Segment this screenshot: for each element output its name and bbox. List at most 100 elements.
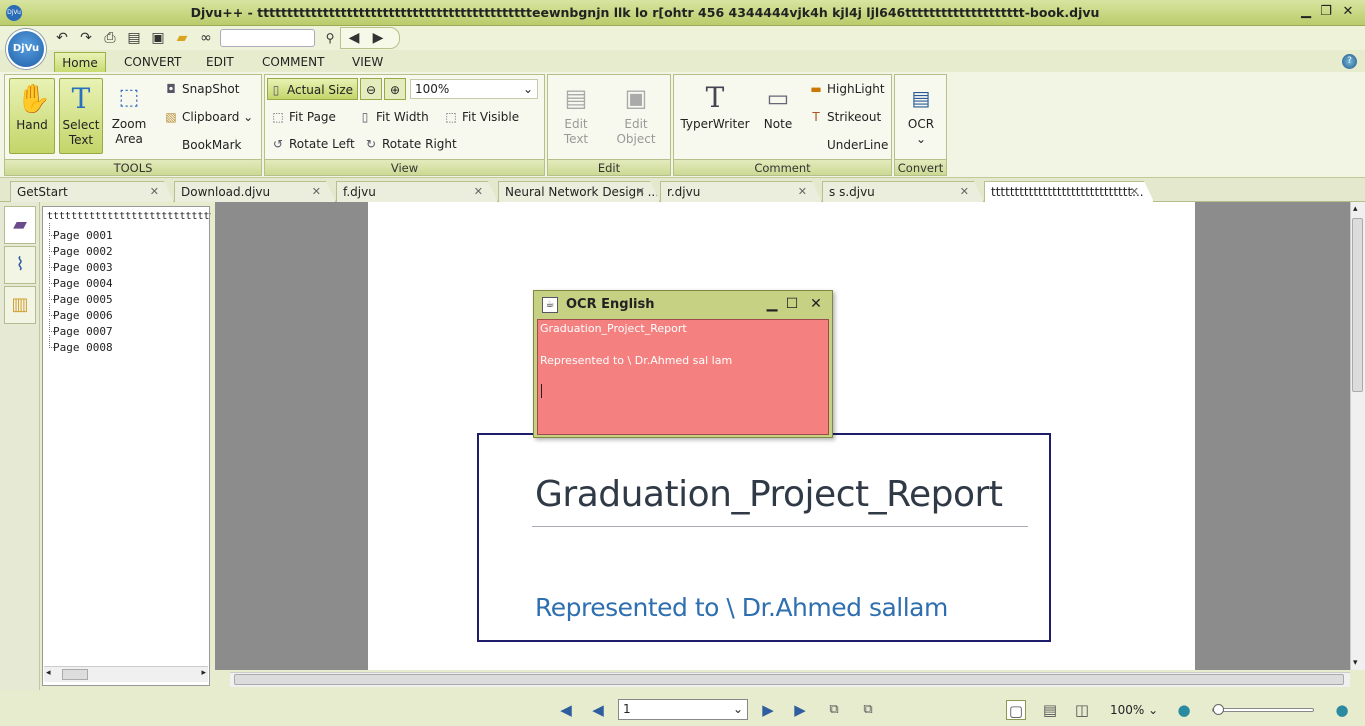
- close-icon[interactable]: ✕: [312, 182, 321, 202]
- snapshot-button[interactable]: ◘ SnapShot: [163, 78, 239, 100]
- first-page-icon[interactable]: ◀: [556, 700, 576, 720]
- actual-size-button[interactable]: ▯ Actual Size: [267, 78, 359, 100]
- forward-arrow-icon[interactable]: ▶: [368, 28, 388, 48]
- zoom-area-button[interactable]: ⬚ Zoom Area: [107, 78, 151, 154]
- search-icon[interactable]: ⚲: [320, 28, 340, 48]
- tree-page-item[interactable]: Page 0004: [49, 271, 113, 290]
- doc-tab[interactable]: r.djvu ✕: [660, 181, 822, 202]
- tab-convert[interactable]: CONVERT: [118, 52, 187, 72]
- zoom-level[interactable]: 100% ⌄: [1110, 703, 1158, 717]
- zoom-in-button[interactable]: ⊕: [384, 78, 406, 100]
- tree-page-item[interactable]: Page 0005: [49, 287, 113, 306]
- zoom-slider[interactable]: [1212, 708, 1314, 712]
- doc-tab[interactable]: f.djvu ✕: [336, 181, 498, 202]
- ocr-text-area[interactable]: Graduation_Project_Report Represented to…: [537, 319, 829, 435]
- zoom-out-button[interactable]: ⊖: [360, 78, 382, 100]
- close-icon[interactable]: ✕: [150, 182, 159, 202]
- tab-comment[interactable]: COMMENT: [256, 52, 330, 72]
- text-caret: [541, 384, 542, 398]
- undo-icon[interactable]: ↶: [52, 28, 72, 48]
- ocr-button[interactable]: ▤ OCR ⌄: [898, 78, 944, 154]
- tree-root[interactable]: tttttttttttttttttttttttttttttttttttttttt…: [47, 211, 211, 222]
- bookmark-button[interactable]: BookMark: [163, 134, 241, 156]
- zoom-slider-knob[interactable]: [1213, 704, 1224, 715]
- prev-view-icon[interactable]: ⧉: [824, 700, 844, 720]
- tab-home[interactable]: Home: [54, 52, 106, 72]
- single-page-icon[interactable]: ▢: [1006, 700, 1026, 720]
- tree-page-item[interactable]: Page 0001: [49, 223, 113, 242]
- doc-tab[interactable]: s s.djvu ✕: [822, 181, 984, 202]
- save-icon[interactable]: ▣: [148, 28, 168, 48]
- page-select[interactable]: 1 ⌄: [618, 699, 748, 720]
- close-icon[interactable]: ✕: [808, 295, 824, 313]
- scroll-up-icon[interactable]: ▴: [1353, 204, 1358, 214]
- close-icon[interactable]: ✕: [798, 182, 807, 202]
- help-icon[interactable]: ?: [1342, 54, 1357, 69]
- fit-visible-button[interactable]: ⬚ Fit Visible: [443, 106, 519, 128]
- zoom-in-globe-icon[interactable]: ●: [1332, 700, 1352, 720]
- clipboard-button[interactable]: ▧ Clipboard ⌄: [163, 106, 253, 128]
- pages-panel-icon[interactable]: ▰: [4, 206, 36, 244]
- last-page-icon[interactable]: ▶: [790, 700, 810, 720]
- underline-button[interactable]: UnderLine: [808, 134, 888, 156]
- scroll-thumb[interactable]: [62, 669, 88, 680]
- minimize-icon[interactable]: ▁: [764, 295, 780, 313]
- close-icon[interactable]: ✕: [1130, 182, 1139, 202]
- fit-width-button[interactable]: ▯ Fit Width: [357, 106, 429, 128]
- edit-text-button[interactable]: ▤ Edit Text: [552, 78, 600, 154]
- back-arrow-icon[interactable]: ◀: [344, 28, 364, 48]
- edit-object-button[interactable]: ▣ Edit Object: [606, 78, 666, 154]
- rotate-left-button[interactable]: ↺ Rotate Left: [270, 133, 355, 155]
- tree-page-item[interactable]: Page 0003: [49, 255, 113, 274]
- attachment-icon[interactable]: ⌇: [4, 246, 36, 284]
- app-logo-button[interactable]: DjVu: [6, 29, 46, 69]
- note-button[interactable]: ▭ Note: [756, 78, 800, 154]
- scroll-right-icon[interactable]: ▸: [201, 668, 206, 678]
- fit-page-button[interactable]: ⬚ Fit Page: [270, 106, 336, 128]
- print-icon[interactable]: ⎙: [100, 28, 120, 48]
- continuous-page-icon[interactable]: ▤: [1040, 700, 1060, 720]
- bookmarks-panel-icon[interactable]: ▥: [4, 286, 36, 324]
- vertical-scroll-thumb[interactable]: [1352, 218, 1363, 392]
- doc-tab-active[interactable]: tttttttttttttttttttttttttttttt... ✕: [984, 181, 1154, 202]
- scroll-left-icon[interactable]: ◂: [46, 668, 51, 678]
- tab-view[interactable]: VIEW: [346, 52, 389, 72]
- close-icon[interactable]: ✕: [960, 182, 969, 202]
- tree-horizontal-scrollbar[interactable]: ◂ ▸: [44, 666, 208, 682]
- restore-button[interactable]: ❐: [1318, 4, 1334, 20]
- binoculars-icon[interactable]: ∞: [196, 28, 216, 48]
- next-view-icon[interactable]: ⧉: [858, 700, 878, 720]
- close-icon[interactable]: ✕: [474, 182, 483, 202]
- tab-edit[interactable]: EDIT: [200, 52, 240, 72]
- zoom-out-globe-icon[interactable]: ●: [1174, 700, 1194, 720]
- tree-page-item[interactable]: Page 0007: [49, 319, 113, 338]
- horizontal-scroll-thumb[interactable]: [234, 674, 1344, 685]
- close-button[interactable]: ✕: [1340, 4, 1356, 20]
- hand-button[interactable]: ✋ Hand: [9, 78, 55, 154]
- search-input[interactable]: [220, 29, 315, 47]
- strikeout-button[interactable]: T Strikeout: [808, 106, 881, 128]
- next-page-icon[interactable]: ▶: [758, 700, 778, 720]
- close-icon[interactable]: ✕: [636, 182, 645, 202]
- open-folder-icon[interactable]: ▰: [172, 28, 192, 48]
- previous-page-icon[interactable]: ◀: [588, 700, 608, 720]
- doc-tab[interactable]: Neural Network Design ... ✕: [498, 181, 660, 202]
- typewriter-button[interactable]: T TyperWriter: [678, 78, 752, 154]
- zoom-select[interactable]: 100% ⌄: [410, 79, 538, 99]
- doc-tab[interactable]: Download.djvu ✕: [174, 181, 336, 202]
- tree-page-item[interactable]: Page 0006: [49, 303, 113, 322]
- comment-group-label: Comment: [674, 159, 891, 175]
- minimize-button[interactable]: ▁: [1298, 4, 1314, 20]
- scroll-down-icon[interactable]: ▾: [1353, 658, 1358, 668]
- page-icon[interactable]: ▤: [124, 28, 144, 48]
- doc-tab-label: r.djvu: [667, 185, 701, 199]
- select-text-button[interactable]: T Select Text: [59, 78, 103, 154]
- rotate-right-button[interactable]: ↻ Rotate Right: [363, 133, 457, 155]
- redo-icon[interactable]: ↷: [76, 28, 96, 48]
- tree-page-item[interactable]: Page 0008: [49, 335, 113, 354]
- highlight-button[interactable]: ▬ HighLight: [808, 78, 884, 100]
- tree-page-item[interactable]: Page 0002: [49, 239, 113, 258]
- doc-tab[interactable]: GetStart ✕: [10, 181, 174, 202]
- maximize-icon[interactable]: ☐: [784, 295, 800, 313]
- two-page-icon[interactable]: ◫: [1072, 700, 1092, 720]
